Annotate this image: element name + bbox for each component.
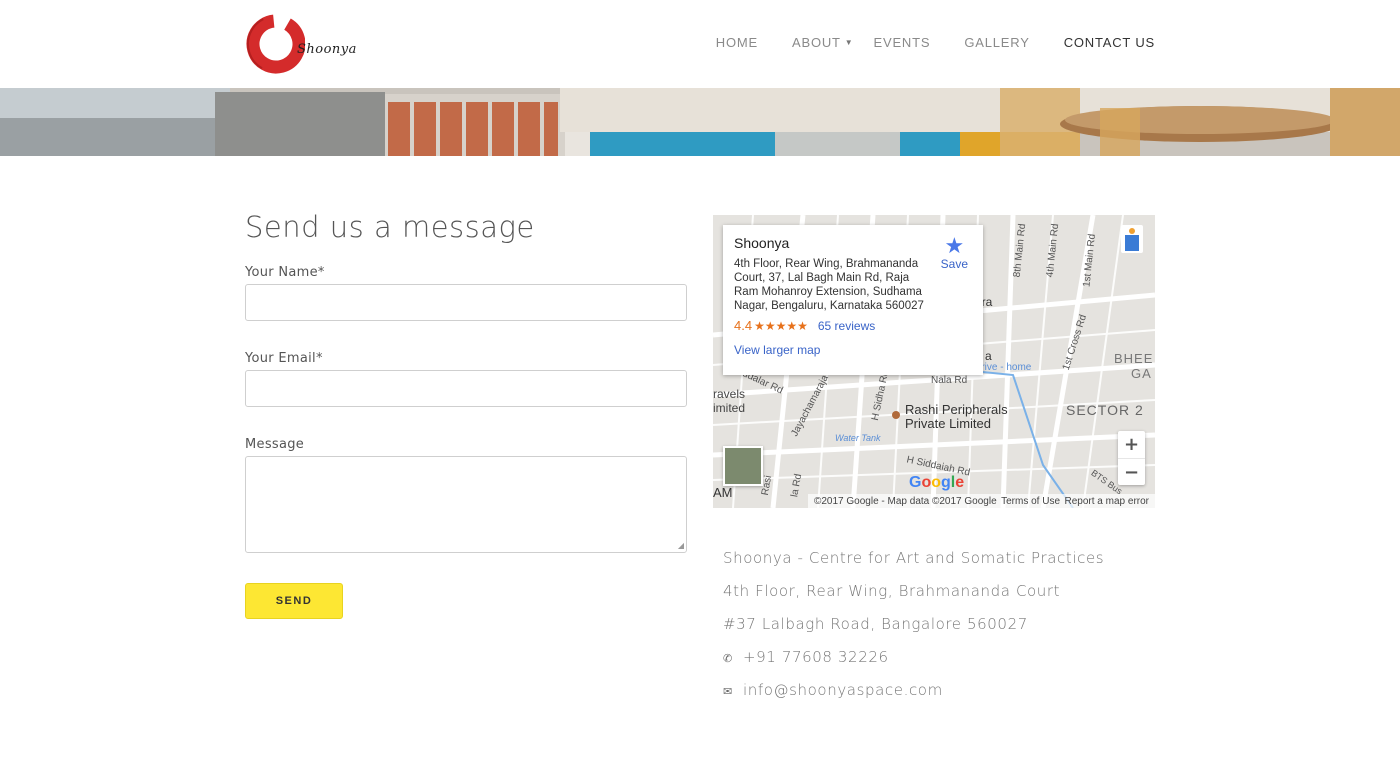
contact-email[interactable]: info@shoonyaspace.com [743,681,943,699]
map-label-nala: Nala Rd [931,375,968,386]
contact-org: Shoonya - Centre for Art and Somatic Pra… [723,549,1105,567]
email-field[interactable] [245,370,687,407]
pegman-icon[interactable] [1121,225,1143,253]
map-rating-value: 4.4 [734,318,753,333]
map-save-label: Save [940,257,968,271]
form-title: Send us a message [245,210,535,244]
envelope-icon: ✉ [723,685,733,698]
view-larger-map-link[interactable]: View larger map [734,343,972,357]
map-label-travels: ravels [713,387,746,401]
message-textarea[interactable]: ◢ [245,456,687,553]
phone-icon: ✆ [723,652,733,665]
main-nav: HOME ABOUT ▼ EVENTS GALLERY CONTACT US [682,35,1155,50]
google-logo: Google [909,474,965,491]
map-label-rashi: Rashi Peripherals [905,402,1008,417]
satellite-toggle-thumbnail[interactable] [723,446,763,486]
star-icon: ★ [944,233,965,258]
logo-wordmark: Shoonya [297,42,357,57]
chevron-down-icon: ▼ [844,38,854,47]
map-place-address: 4th Floor, Rear Wing, Brahmananda Court,… [734,258,924,312]
map-label-am: AM [713,485,733,500]
google-map[interactable]: Rashi Peripherals Private Limited SECTOR… [713,215,1155,508]
send-button[interactable]: SEND [245,583,343,619]
nav-about[interactable]: ABOUT ▼ [792,35,854,50]
map-place-name: Shoonya [734,235,790,251]
name-field[interactable] [245,284,687,321]
email-label: Your Email* [245,351,323,366]
nav-gallery[interactable]: GALLERY [964,35,1029,50]
nav-home[interactable]: HOME [716,35,758,50]
map-zoom-controls: + − [1118,431,1145,485]
resize-handle-icon[interactable]: ◢ [678,542,684,550]
enso-logo-icon [246,14,306,74]
map-label-water-tank: Water Tank [835,433,881,443]
shoonya-logo[interactable]: Shoonya [245,12,356,76]
map-label-ga: GA [1131,366,1152,381]
map-save-button[interactable]: ★ Save [940,233,968,272]
nav-contact-us[interactable]: CONTACT US [1064,35,1155,50]
contact-phone-row: ✆ +91 77608 32226 [723,648,889,666]
site-header: Shoonya HOME ABOUT ▼ EVENTS GALLERY CONTA… [0,0,1400,88]
contact-email-row: ✉ info@shoonyaspace.com [723,681,943,699]
zoom-out-button[interactable]: − [1118,458,1145,485]
map-label-bhee: BHEE [1114,351,1154,366]
map-label-rashi-2: Private Limited [905,416,991,431]
map-label-sector: SECTOR 2 [1066,402,1144,418]
map-report-link[interactable]: Report a map error [1065,496,1149,507]
contact-address-2: #37 Lalbagh Road, Bangalore 560027 [723,615,1028,633]
map-label-travels-2: imited [713,401,746,415]
nav-events[interactable]: EVENTS [874,35,931,50]
message-label: Message [245,437,305,452]
map-label-a: a [985,349,992,363]
zoom-in-button[interactable]: + [1118,431,1145,458]
contact-phone[interactable]: +91 77608 32226 [743,648,889,666]
map-reviews-link[interactable]: 65 reviews [818,319,875,333]
cafe-interior-photo [0,88,1400,156]
map-terms-link[interactable]: Terms of Use [1001,496,1060,507]
contact-address-1: 4th Floor, Rear Wing, Brahmananda Court [723,582,1061,600]
map-rating-row: 4.4 ★★★★★ 65 reviews [734,318,972,333]
star-rating-icon: ★★★★★ [754,319,808,333]
name-label: Your Name* [245,265,325,280]
hero-banner-image [0,88,1400,156]
map-place-card: Shoonya 4th Floor, Rear Wing, Brahmanand… [723,225,983,375]
nav-about-label: ABOUT [792,35,841,50]
map-footer: ©2017 Google - Map data ©2017 Google Ter… [808,494,1155,508]
map-copyright: ©2017 Google - Map data ©2017 Google [814,495,997,507]
